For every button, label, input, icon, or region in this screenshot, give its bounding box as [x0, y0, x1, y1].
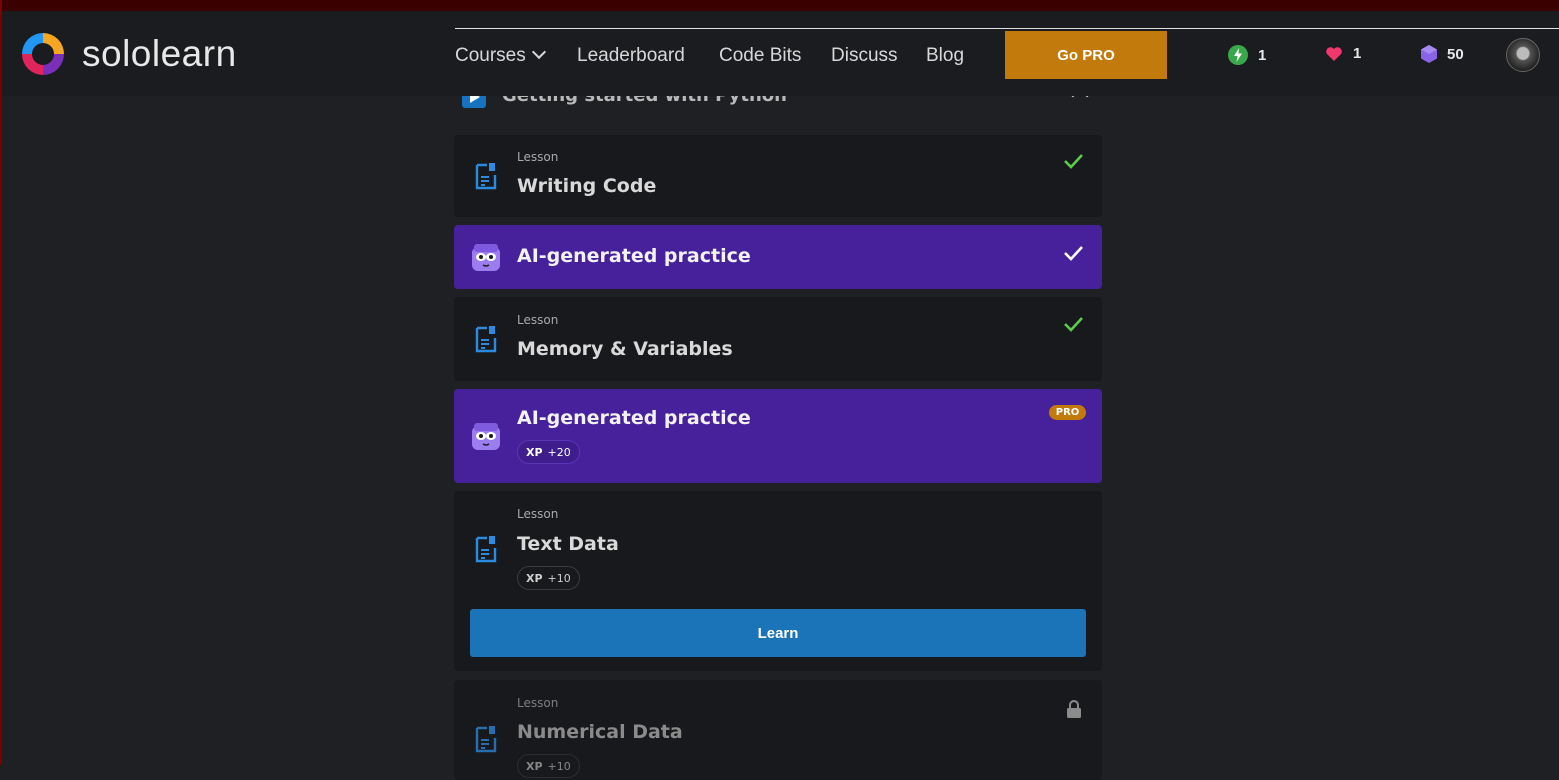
- pro-badge: PRO: [1049, 405, 1086, 420]
- lesson-doc-icon: [475, 536, 497, 563]
- card-title: Text Data: [517, 533, 619, 555]
- card-title: AI-generated practice: [517, 407, 751, 429]
- learn-button[interactable]: Learn: [470, 609, 1086, 657]
- xp-label: XP: [526, 759, 543, 773]
- gem-icon: [1421, 45, 1437, 63]
- lesson-card-numerical-data[interactable]: Lesson Numerical Data XP +10: [454, 680, 1102, 780]
- avatar[interactable]: [1506, 38, 1540, 72]
- xp-value: +20: [547, 445, 571, 459]
- chevron-down-icon: [531, 44, 546, 60]
- check-icon: [1064, 317, 1083, 332]
- brand-name: sololearn: [82, 33, 237, 74]
- xp-value: +10: [547, 571, 571, 585]
- xp-value: +10: [547, 759, 571, 773]
- xp-badge: XP +10: [517, 754, 580, 778]
- ai-robot-icon: [472, 244, 500, 271]
- nav-code-bits[interactable]: Code Bits: [719, 45, 801, 67]
- nav-courses[interactable]: Courses: [455, 44, 546, 67]
- card-type-label: Lesson: [517, 313, 559, 327]
- sololearn-logo[interactable]: sololearn: [18, 29, 237, 79]
- nav-courses-label: Courses: [455, 45, 526, 66]
- lesson-card-writing-code[interactable]: Lesson Writing Code: [454, 135, 1102, 217]
- lightning-icon: [1228, 45, 1248, 65]
- window-top-strip: [0, 0, 1559, 11]
- lock-icon: [1067, 700, 1081, 718]
- xp-label: XP: [526, 445, 543, 459]
- nav-blog[interactable]: Blog: [926, 45, 964, 67]
- lesson-doc-icon: [475, 163, 497, 190]
- card-type-label: Lesson: [517, 150, 559, 164]
- lesson-doc-icon: [475, 326, 497, 353]
- nav-discuss[interactable]: Discuss: [831, 45, 898, 67]
- streak-count: 1: [1258, 46, 1267, 64]
- top-navbar: sololearn Courses Leaderboard Code Bits …: [2, 11, 1559, 96]
- hearts-count: 1: [1353, 45, 1362, 62]
- hearts-stat[interactable]: 1: [1325, 45, 1361, 62]
- ai-practice-pro-card[interactable]: AI-generated practice PRO XP +20: [454, 389, 1102, 483]
- lesson-card-text-data[interactable]: Lesson Text Data XP +10 Learn: [454, 491, 1102, 671]
- ai-robot-icon: [472, 423, 500, 450]
- check-icon: [1064, 246, 1083, 261]
- card-title: Memory & Variables: [517, 338, 733, 360]
- card-title: AI-generated practice: [517, 245, 751, 267]
- xp-label: XP: [526, 571, 543, 585]
- xp-badge: XP +20: [517, 440, 580, 464]
- card-title: Writing Code: [517, 175, 657, 197]
- ai-practice-card[interactable]: AI-generated practice: [454, 225, 1102, 289]
- streak-stat[interactable]: 1: [1228, 45, 1266, 65]
- card-title: Numerical Data: [517, 721, 683, 743]
- card-type-label: Lesson: [517, 696, 559, 710]
- go-pro-button[interactable]: Go PRO: [1005, 31, 1167, 79]
- nav-leaderboard[interactable]: Leaderboard: [577, 45, 685, 67]
- window-left-edge: [0, 0, 2, 765]
- check-icon: [1064, 154, 1083, 169]
- main-nav: Courses Leaderboard Code Bits Discuss Bl…: [455, 28, 1559, 81]
- sololearn-logo-icon: [22, 33, 64, 75]
- card-type-label: Lesson: [517, 507, 559, 521]
- lesson-doc-icon: [475, 726, 497, 753]
- gems-stat[interactable]: 50: [1421, 45, 1464, 63]
- heart-icon: [1326, 46, 1342, 61]
- gems-count: 50: [1447, 45, 1464, 63]
- xp-badge: XP +10: [517, 566, 580, 590]
- lesson-card-memory-variables[interactable]: Lesson Memory & Variables: [454, 297, 1102, 381]
